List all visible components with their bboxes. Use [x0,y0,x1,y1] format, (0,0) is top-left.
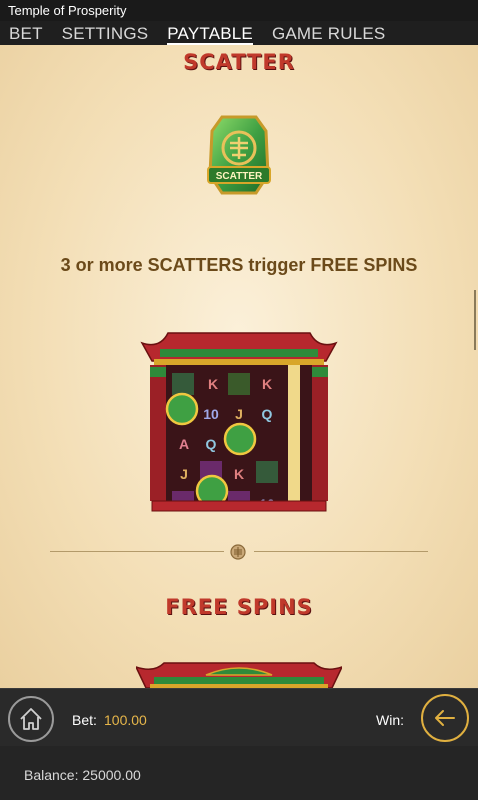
scatter-title: SCATTER [183,50,295,74]
tab-bar: BET SETTINGS PAYTABLE GAME RULES [0,21,478,45]
balance-bar: Balance: 25000.00 [0,746,478,800]
paytable-content[interactable]: SCATTER SCATTER 3 or more SCATTERS trigg… [0,45,478,688]
bet-value: 100.00 [104,712,147,728]
divider-ornament-icon [230,544,246,560]
scatter-description: 3 or more SCATTERS trigger FREE SPINS [60,255,418,275]
home-icon [20,708,42,730]
reel-symbol-10a: 10 [203,406,219,422]
game-info-screen: Temple of Prosperity BET SETTINGS PAYTAB… [0,0,478,800]
reel-symbol-k3: K [234,466,244,482]
window-title: Temple of Prosperity [0,0,478,21]
bottom-bar: Bet: 100.00 Win: [0,688,478,746]
divider-line-left [50,551,224,552]
balance-text: Balance: 25000.00 [24,767,141,783]
bet-label: Bet: [72,712,97,728]
scatter-symbol: SCATTER [207,115,271,195]
reel-symbol-k2: K [262,376,272,392]
tab-paytable[interactable]: PAYTABLE [167,21,253,45]
tab-settings[interactable]: SETTINGS [62,21,149,45]
free-spins-title: FREE SPINS [165,595,313,619]
back-button[interactable] [421,694,469,742]
reel-symbol-k1: K [208,376,218,392]
reel-symbol-j2: J [180,466,188,482]
scatter-symbol-label: SCATTER [216,171,263,182]
divider-line-right [254,551,428,552]
win-label: Win: [376,712,404,728]
free-spins-image [136,662,342,688]
reel-symbol-q1: Q [262,406,273,422]
content-scrollbar[interactable] [474,290,476,350]
tab-game-rules[interactable]: GAME RULES [272,21,385,45]
back-arrow-icon [435,710,455,726]
home-button[interactable] [8,696,54,742]
scatter-example-image: K K 10 J Q A Q J K 10 [140,332,338,512]
reel-symbol-q2: Q [206,436,217,452]
reel-symbol-j1: J [235,406,243,422]
tab-bet[interactable]: BET [9,21,43,45]
reel-symbol-a: A [179,436,189,452]
